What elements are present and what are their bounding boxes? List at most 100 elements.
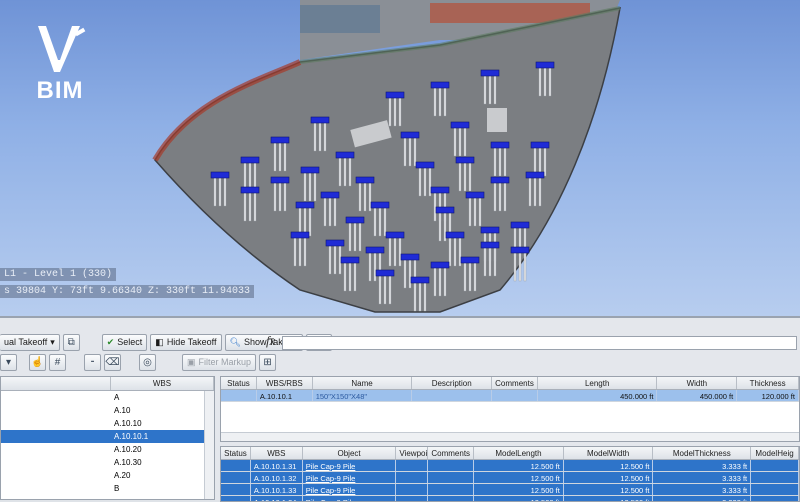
object-cell: [396, 496, 429, 501]
object-cell-length: 12.500 ft: [474, 472, 564, 483]
takeoff-type-label: ual Takeoff: [4, 337, 48, 347]
column-header[interactable]: Description: [412, 377, 493, 389]
opening: [487, 108, 507, 132]
wbs-tree-item[interactable]: A.10.10.1: [1, 430, 214, 443]
object-row[interactable]: A.10.10.1.33 Pile Cap-9 Pile 12.500 ft 12.5…: [221, 484, 799, 496]
wbs-tree-spacer: [1, 443, 111, 456]
wbs-tree-spacer: [1, 404, 111, 417]
wbs-item-label: A.20: [114, 471, 131, 480]
eraser-icon[interactable]: ⌫: [104, 353, 121, 371]
3d-viewport[interactable]: BIM L1 - Level 1 (330) s 39804 Y: 73ft 9…: [0, 0, 800, 316]
object-cell: [428, 496, 475, 501]
object-cell-wbs: A.10.10.1.33: [251, 484, 303, 495]
fx-icon: fx: [266, 333, 276, 348]
object-cell-length: 12.500 ft: [474, 496, 564, 501]
wbs-tree-item[interactable]: A.20: [1, 469, 214, 482]
column-header[interactable]: Thickness: [737, 377, 799, 389]
dropdown-icon[interactable]: ▾: [0, 353, 17, 371]
column-header[interactable]: WBS: [251, 447, 303, 459]
takeoff-table-header: Status WBS/RBS Name Description Comments Leng…: [221, 377, 799, 390]
takeoff-cell-wbs: A.10.10.1: [257, 390, 313, 401]
object-cell: [221, 496, 251, 501]
column-header[interactable]: WBS/RBS: [257, 377, 313, 389]
vbim-logo: BIM: [37, 26, 86, 104]
object-cell-object: Pile Cap-9 Pile: [303, 496, 397, 501]
formula-input[interactable]: [282, 336, 797, 350]
chevron-down-icon: ▾: [50, 336, 55, 347]
select-label: Select: [117, 337, 143, 347]
takeoff-scrollbar[interactable]: [221, 432, 799, 441]
object-row[interactable]: A.10.10.1.31 Pile Cap-9 Pile 12.500 ft 12.5…: [221, 460, 799, 472]
object-cell: [428, 484, 475, 495]
column-header[interactable]: ModelThickness: [653, 447, 752, 459]
wbs-tree-item[interactable]: B: [1, 482, 214, 495]
object-cell: [221, 484, 251, 495]
wbs-item-label: B: [114, 484, 120, 493]
wbs-tree-spacer: [1, 417, 111, 430]
select-button[interactable]: ✔ Select: [101, 333, 148, 351]
column-header[interactable]: Width: [657, 377, 738, 389]
takeoff-type-dropdown[interactable]: ual Takeoff ▾: [0, 333, 60, 351]
hand-pointer-icon[interactable]: ☝: [29, 353, 46, 371]
wbs-item-label: A: [114, 393, 120, 402]
column-header[interactable]: Comments: [428, 447, 475, 459]
wbs-tree-header: WBS: [111, 377, 214, 390]
object-row[interactable]: A.10.10.1.32 Pile Cap-9 Pile 12.500 ft 12.5…: [221, 472, 799, 484]
target-icon[interactable]: ◎: [139, 353, 156, 371]
line-tool-icon[interactable]: ⁃: [84, 353, 101, 371]
takeoff-cell-name: 150"X150"X48": [313, 390, 413, 401]
wbs-tree-spacer: [1, 391, 111, 404]
object-table-header: StatusWBSObjectViewpointCommentsModelLen…: [221, 447, 799, 460]
hide-takeoff-button[interactable]: ◧ Hide Takeoff: [150, 333, 222, 351]
object-cell-length: 12.500 ft: [474, 460, 564, 471]
wbs-tree-list: A A.10 A.10.10 A.10.10.1 A.10.20 A.10.30 A.20 B: [1, 391, 214, 495]
column-header[interactable]: Status: [221, 377, 257, 389]
filter-markup-button[interactable]: ▣ Filter Markup: [182, 353, 257, 371]
building-glazing: [300, 5, 380, 33]
object-cell: [396, 484, 429, 495]
column-header[interactable]: Viewpoint: [396, 447, 429, 459]
object-cell-object: Pile Cap-9 Pile: [303, 484, 397, 495]
object-cell-width: 12.500 ft: [564, 472, 654, 483]
object-cell: [428, 472, 475, 483]
table-icon[interactable]: ⊞: [259, 353, 277, 371]
column-header[interactable]: Object: [303, 447, 397, 459]
wbs-item-label: A.10.10: [114, 419, 142, 428]
object-cell: [396, 472, 429, 483]
wbs-item-label: A.10.10.1: [114, 432, 149, 441]
wbs-tree-panel: WBS A A.10 A.10.10 A.10.10.1 A.10.20 A.10.30 A…: [0, 376, 215, 500]
wbs-tree-item[interactable]: A.10.10: [1, 417, 214, 430]
filter-markup-label: Filter Markup: [198, 357, 252, 367]
object-cell-wbs: A.10.10.1.34: [251, 496, 303, 501]
object-cell: [396, 460, 429, 471]
object-cell-width: 12.500 ft: [564, 496, 654, 501]
object-cell-thickness: 3.333 ft: [653, 460, 752, 471]
model-scene: [152, 0, 621, 313]
checkmark-icon: ✔: [106, 336, 115, 347]
takeoff-table-body: A.10.10.1 150"X150"X48" 450.000 ft 450.000 …: [221, 390, 799, 402]
wbs-tree-spacer: [1, 482, 111, 495]
copy-icon[interactable]: ⧉: [62, 333, 80, 351]
wbs-tree-item[interactable]: A.10.20: [1, 443, 214, 456]
object-row[interactable]: A.10.10.1.34Pile Cap-9 Pile 12.500 ft12.5…: [221, 496, 799, 501]
column-header[interactable]: Status: [221, 447, 251, 459]
object-cell: [751, 472, 799, 483]
takeoff-row[interactable]: A.10.10.1 150"X150"X48" 450.000 ft 450.000 …: [221, 390, 799, 402]
column-header[interactable]: ModelLength: [474, 447, 564, 459]
object-table: StatusWBSObjectViewpointCommentsModelLen…: [220, 446, 800, 502]
tree-scrollbar[interactable]: [204, 391, 214, 499]
wbs-tree-item[interactable]: A: [1, 391, 214, 404]
object-cell: [751, 496, 799, 501]
takeoff-cell-length: 450.000 ft: [538, 390, 658, 401]
column-header[interactable]: ModelHeig: [751, 447, 799, 459]
column-header[interactable]: ModelWidth: [564, 447, 654, 459]
object-cell-object: Pile Cap-9 Pile: [303, 472, 397, 483]
wbs-tree-item[interactable]: A.10.30: [1, 456, 214, 469]
column-header[interactable]: Comments: [492, 377, 538, 389]
object-cell-width: 12.500 ft: [564, 460, 654, 471]
wbs-tree-item[interactable]: A.10: [1, 404, 214, 417]
column-header[interactable]: Name: [313, 377, 413, 389]
takeoff-cell-status: [221, 390, 257, 401]
column-header[interactable]: Length: [538, 377, 658, 389]
grid-snap-icon[interactable]: #: [49, 353, 66, 371]
